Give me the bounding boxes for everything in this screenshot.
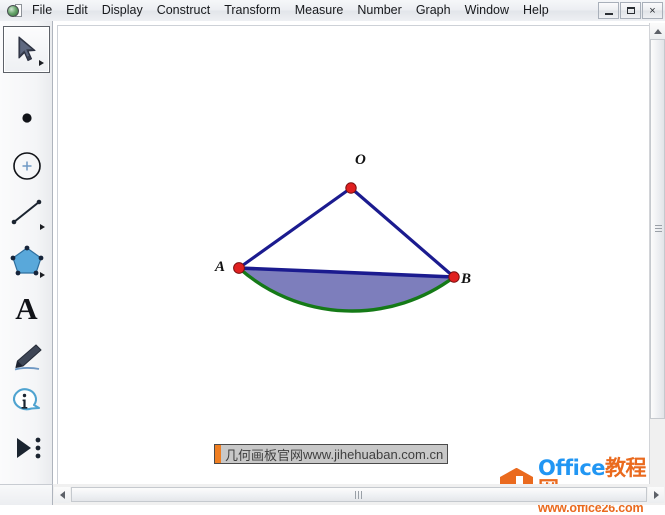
info-balloon-icon: [12, 387, 40, 410]
point-icon: [21, 112, 32, 123]
menu-graph[interactable]: Graph: [409, 1, 458, 20]
minimize-button[interactable]: [598, 2, 619, 19]
scroll-grip-icon: [655, 225, 662, 233]
menu-number[interactable]: Number: [350, 1, 408, 20]
watermark-chinese-text: 几何画板官网: [225, 448, 304, 464]
menu-window[interactable]: Window: [458, 1, 516, 20]
arrow-cursor-icon: [17, 35, 36, 61]
tool-arrow-select[interactable]: [3, 26, 50, 73]
menu-display[interactable]: Display: [95, 1, 150, 20]
close-icon: ×: [649, 4, 656, 17]
point-label-o[interactable]: O: [355, 152, 366, 169]
flyout-arrow-icon[interactable]: [39, 60, 44, 66]
flyout-arrow-icon[interactable]: [40, 272, 45, 278]
pentagon-icon: [10, 245, 43, 275]
menu-construct[interactable]: Construct: [150, 1, 218, 20]
menu-transform[interactable]: Transform: [217, 1, 288, 20]
restore-icon: [626, 7, 635, 14]
site-watermark: 几何画板官网 www.jihehuaban.com.cn: [214, 444, 449, 464]
sketch-canvas[interactable]: O A B: [57, 25, 649, 484]
restore-button[interactable]: [620, 2, 641, 19]
triangle-left-icon: [59, 490, 65, 499]
app-icon[interactable]: [4, 3, 22, 19]
sketchpad-window: File Edit Display Construct Transform Me…: [0, 0, 665, 514]
scroll-right-button[interactable]: [648, 486, 664, 503]
geometry-figure[interactable]: [58, 26, 649, 484]
radius-oa[interactable]: [237, 186, 353, 270]
horizontal-scroll-thumb[interactable]: [71, 487, 647, 502]
marker-pen-icon: [14, 343, 42, 370]
point-b[interactable]: [448, 271, 460, 283]
close-button[interactable]: ×: [642, 2, 663, 19]
vertical-scrollbar[interactable]: [649, 23, 665, 484]
letter-a-icon: A: [15, 291, 38, 326]
tool-custom[interactable]: [3, 424, 50, 471]
bottom-left-corner: [0, 484, 53, 505]
tool-compass[interactable]: [3, 142, 50, 189]
menu-bar: File Edit Display Construct Transform Me…: [0, 0, 665, 22]
toolbox: A: [0, 21, 53, 484]
circle-compass-icon: [12, 151, 41, 180]
point-label-a[interactable]: A: [215, 259, 225, 276]
menu-edit[interactable]: Edit: [59, 1, 95, 20]
tool-polygon[interactable]: [3, 237, 50, 284]
watermark-url-text: www.jihehuaban.com.cn: [303, 446, 444, 462]
minimize-icon: [604, 12, 613, 15]
tool-straightedge[interactable]: [3, 189, 50, 236]
tool-text[interactable]: A: [3, 285, 50, 332]
scroll-grip-icon: [355, 490, 363, 499]
scroll-left-button[interactable]: [54, 486, 70, 503]
radius-ob[interactable]: [349, 186, 456, 279]
scroll-up-button[interactable]: [650, 23, 665, 39]
app-icon-globe: [7, 4, 19, 17]
window-controls: ×: [598, 2, 663, 19]
line-segment-icon: [11, 199, 41, 224]
menu-measure[interactable]: Measure: [288, 1, 351, 20]
tool-point[interactable]: [3, 94, 50, 141]
flyout-arrow-icon[interactable]: [40, 224, 45, 230]
point-a[interactable]: [233, 262, 245, 274]
play-dots-icon: [16, 437, 40, 458]
canvas-frame: O A B: [53, 21, 665, 484]
triangle-up-icon: [654, 28, 662, 34]
tool-marker[interactable]: [3, 333, 50, 380]
vertical-scroll-thumb[interactable]: [650, 39, 665, 419]
watermark-accent-bar: [215, 445, 221, 463]
triangle-right-icon: [653, 490, 659, 499]
horizontal-scrollbar[interactable]: [53, 484, 665, 505]
tool-information[interactable]: [3, 378, 50, 425]
point-o[interactable]: [345, 182, 357, 194]
point-label-b[interactable]: B: [461, 271, 471, 288]
menu-help[interactable]: Help: [516, 1, 556, 20]
menu-file[interactable]: File: [25, 1, 59, 20]
